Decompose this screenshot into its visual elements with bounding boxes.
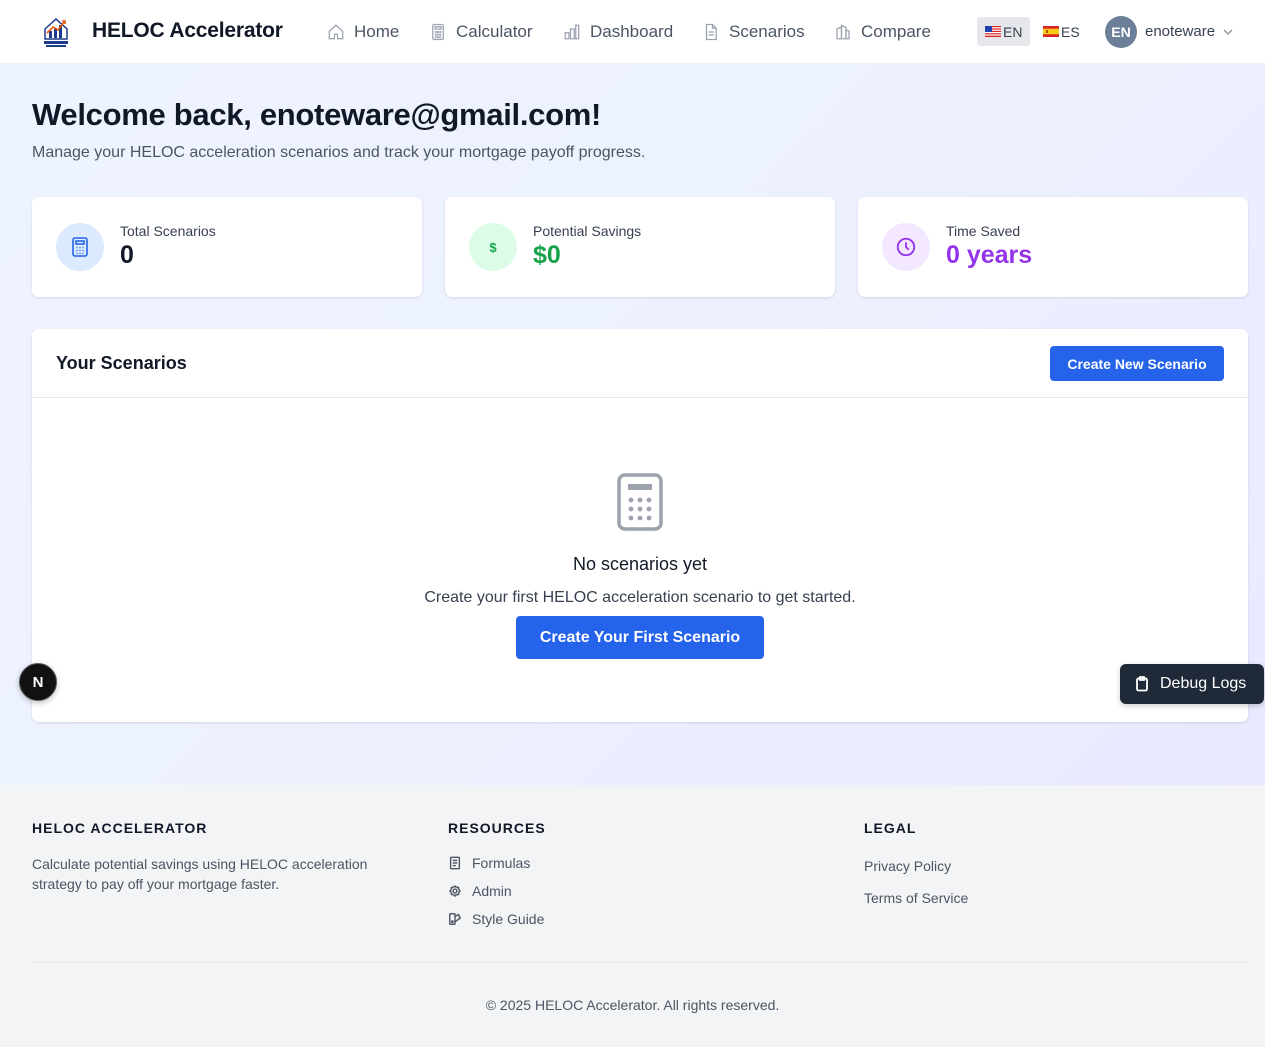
scenarios-title: Your Scenarios <box>56 353 187 373</box>
bar-chart-icon <box>564 24 580 40</box>
footer-link-admin[interactable]: Admin <box>448 883 512 899</box>
language-en-label: EN <box>1003 23 1023 40</box>
scenarios-panel: Your Scenarios Create New Scenario No sc… <box>32 329 1248 722</box>
footer-legal-heading: LEGAL <box>864 820 917 836</box>
nav-compare-label: Compare <box>861 22 931 41</box>
clipboard-icon <box>1136 676 1148 692</box>
dollar-icon: $ <box>489 239 497 255</box>
page-subtitle: Manage your HELOC acceleration scenarios… <box>32 144 646 161</box>
us-flag-icon <box>985 26 1001 37</box>
stat-icon-wrap <box>56 223 104 271</box>
clock-icon <box>896 237 916 257</box>
brand-name[interactable]: HELOC Accelerator <box>92 19 283 43</box>
nav-calculator[interactable]: Calculator <box>429 20 533 44</box>
create-first-scenario-button[interactable]: Create Your First Scenario <box>516 616 764 659</box>
next-dev-badge[interactable]: N <box>19 663 57 701</box>
document-icon <box>449 856 461 870</box>
language-en-button[interactable]: EN <box>977 17 1031 46</box>
document-icon <box>705 23 717 41</box>
nav-scenarios[interactable]: Scenarios <box>702 20 805 44</box>
create-new-scenario-button[interactable]: Create New Scenario <box>1050 346 1224 381</box>
nav-home[interactable]: Home <box>327 20 399 44</box>
chevron-down-icon[interactable] <box>1222 26 1234 38</box>
footer-link-terms-of-service[interactable]: Terms of Service <box>864 890 968 906</box>
debug-logs-label: Debug Logs <box>1160 675 1247 692</box>
debug-logs-button[interactable]: Debug Logs <box>1120 664 1264 704</box>
spain-flag-icon <box>1043 26 1059 37</box>
nav-scenarios-label: Scenarios <box>729 22 805 41</box>
footer-link-label: Formulas <box>472 855 531 871</box>
home-icon <box>328 24 344 40</box>
top-navbar: HELOC Accelerator Home Calculator Dashbo… <box>0 0 1265 64</box>
heloc-logo-icon[interactable] <box>41 15 71 49</box>
dashboard-main: Welcome back, enoteware@gmail.com! Manag… <box>0 64 1265 785</box>
calculator-icon <box>72 237 88 257</box>
footer-description: Calculate potential savings using HELOC … <box>32 856 368 892</box>
stat-icon-wrap: $ <box>469 223 517 271</box>
scenarios-header: Your Scenarios Create New Scenario <box>32 329 1248 398</box>
compare-icon <box>836 24 850 40</box>
stat-card-potential-savings: $ Potential Savings $0 <box>445 197 835 297</box>
footer-brand-heading: HELOC ACCELERATOR <box>32 820 208 836</box>
stat-label: Total Scenarios <box>120 223 216 239</box>
stat-value: 0 years <box>946 241 1033 269</box>
empty-state-text: Create your first HELOC acceleration sce… <box>424 589 856 606</box>
stat-value: $0 <box>533 241 561 269</box>
nav-compare[interactable]: Compare <box>834 20 931 44</box>
user-avatar[interactable]: EN <box>1105 16 1137 48</box>
footer-link-style-guide[interactable]: Style Guide <box>448 911 544 927</box>
stat-label: Potential Savings <box>533 223 642 239</box>
stat-card-time-saved: Time Saved 0 years <box>858 197 1248 297</box>
empty-state-title: No scenarios yet <box>572 554 708 574</box>
language-es-label: ES <box>1061 23 1080 40</box>
page-title: Welcome back, enoteware@gmail.com! <box>32 97 602 132</box>
footer-divider <box>32 962 1248 963</box>
stat-card-total-scenarios: Total Scenarios 0 <box>32 197 422 297</box>
nav-dashboard-label: Dashboard <box>590 22 674 41</box>
calculator-icon <box>617 473 663 531</box>
nav-calculator-label: Calculator <box>456 22 533 41</box>
footer-resources-heading: RESOURCES <box>448 820 546 836</box>
stat-value: 0 <box>120 241 134 269</box>
user-menu-name[interactable]: enoteware <box>1145 23 1215 40</box>
nav-home-label: Home <box>354 22 400 41</box>
stat-label: Time Saved <box>946 223 1021 239</box>
footer-link-label: Style Guide <box>472 911 545 927</box>
nav-dashboard[interactable]: Dashboard <box>563 20 673 44</box>
footer: HELOC ACCELERATOR Calculate potential sa… <box>0 785 1265 1047</box>
footer-link-formulas[interactable]: Formulas <box>448 855 530 871</box>
footer-copyright: © 2025 HELOC Accelerator. All rights res… <box>485 997 780 1013</box>
gear-icon <box>449 885 461 897</box>
calculator-icon <box>432 23 444 41</box>
footer-link-privacy-policy[interactable]: Privacy Policy <box>864 858 951 874</box>
footer-link-label: Admin <box>472 883 512 899</box>
stat-icon-wrap <box>882 223 930 271</box>
palette-icon <box>449 913 462 925</box>
language-es-button[interactable]: ES <box>1035 17 1088 46</box>
